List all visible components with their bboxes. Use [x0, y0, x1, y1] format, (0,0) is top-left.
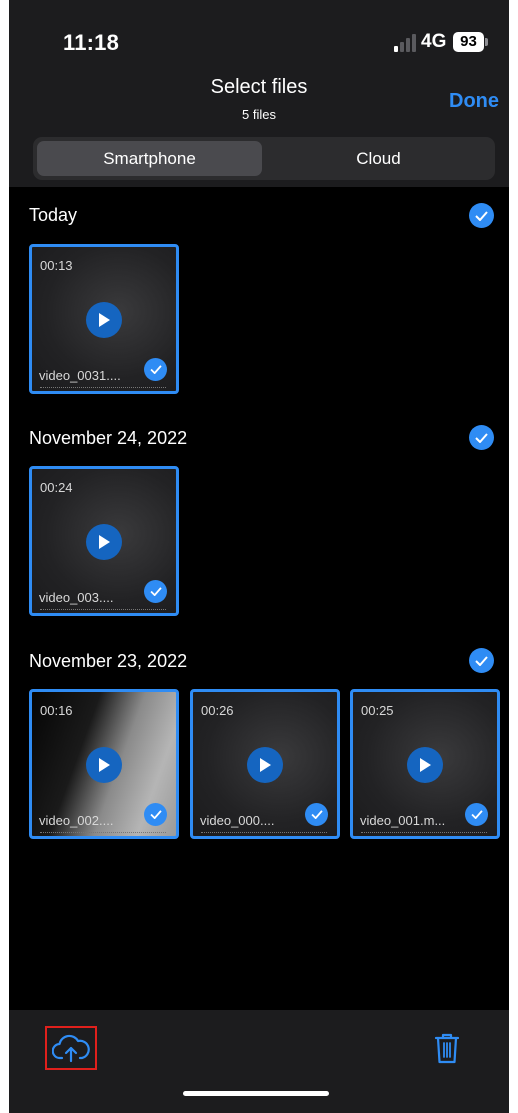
page-title: Select files [210, 76, 308, 98]
section-title-nov-24: November 24, 2022 [29, 428, 188, 448]
video-filename: video_002.... [39, 813, 114, 828]
section-title-today: Today [29, 205, 78, 225]
video-thumbnail[interactable]: 00:13 video_0031.... [29, 244, 179, 394]
play-icon [247, 747, 283, 783]
signal-icon [394, 34, 420, 52]
video-thumbnail[interactable]: 00:25 video_001.m... [350, 689, 500, 839]
video-duration: 00:13 [40, 258, 73, 273]
play-icon [86, 524, 122, 560]
video-duration: 00:16 [40, 703, 73, 718]
scrub-bar [361, 832, 487, 835]
file-count: 5 files [242, 107, 276, 122]
source-segmented-control: Smartphone Cloud [33, 137, 495, 180]
scrub-bar [40, 832, 166, 835]
done-button[interactable]: Done [449, 90, 499, 113]
selected-check-icon[interactable] [305, 803, 328, 826]
selected-check-icon[interactable] [144, 803, 167, 826]
cloud-upload-icon [52, 1034, 90, 1063]
status-time: 11:18 [63, 30, 120, 55]
bottom-toolbar [9, 1010, 509, 1113]
scrub-bar [40, 387, 166, 390]
play-icon [407, 747, 443, 783]
delete-button[interactable] [427, 1028, 467, 1068]
segment-smartphone[interactable]: Smartphone [37, 141, 262, 176]
battery-icon: 93 [453, 32, 484, 52]
selected-check-icon[interactable] [144, 358, 167, 381]
home-indicator [183, 1091, 329, 1096]
select-all-today-check-icon[interactable] [469, 203, 494, 228]
trash-icon [434, 1033, 460, 1064]
video-filename: video_001.m... [360, 813, 446, 828]
video-thumbnail[interactable]: 00:26 video_000.... [190, 689, 340, 839]
selected-check-icon[interactable] [465, 803, 488, 826]
header: 11:18 4G 93 Select files 5 files Done Sm… [9, 0, 509, 187]
phone-screen: 11:18 4G 93 Select files 5 files Done Sm… [9, 0, 509, 1113]
select-all-nov-23-check-icon[interactable] [469, 648, 494, 673]
video-filename: video_003.... [39, 590, 114, 605]
upload-button[interactable] [45, 1026, 97, 1070]
scrub-bar [201, 832, 327, 835]
select-all-nov-24-check-icon[interactable] [469, 425, 494, 450]
video-filename: video_000.... [200, 813, 275, 828]
battery-tip [485, 38, 488, 46]
scrub-bar [40, 609, 166, 612]
network-type: 4G [421, 31, 447, 52]
video-duration: 00:25 [361, 703, 394, 718]
video-thumbnail[interactable]: 00:24 video_003.... [29, 466, 179, 616]
selected-check-icon[interactable] [144, 580, 167, 603]
section-title-nov-23: November 23, 2022 [29, 651, 188, 671]
segment-cloud[interactable]: Cloud [266, 141, 491, 176]
video-filename: video_0031.... [39, 368, 121, 383]
play-icon [86, 302, 122, 338]
video-duration: 00:24 [40, 480, 73, 495]
video-thumbnail[interactable]: 00:16 video_002.... [29, 689, 179, 839]
status-bar: 11:18 4G 93 [9, 0, 509, 70]
video-duration: 00:26 [201, 703, 234, 718]
play-icon [86, 747, 122, 783]
